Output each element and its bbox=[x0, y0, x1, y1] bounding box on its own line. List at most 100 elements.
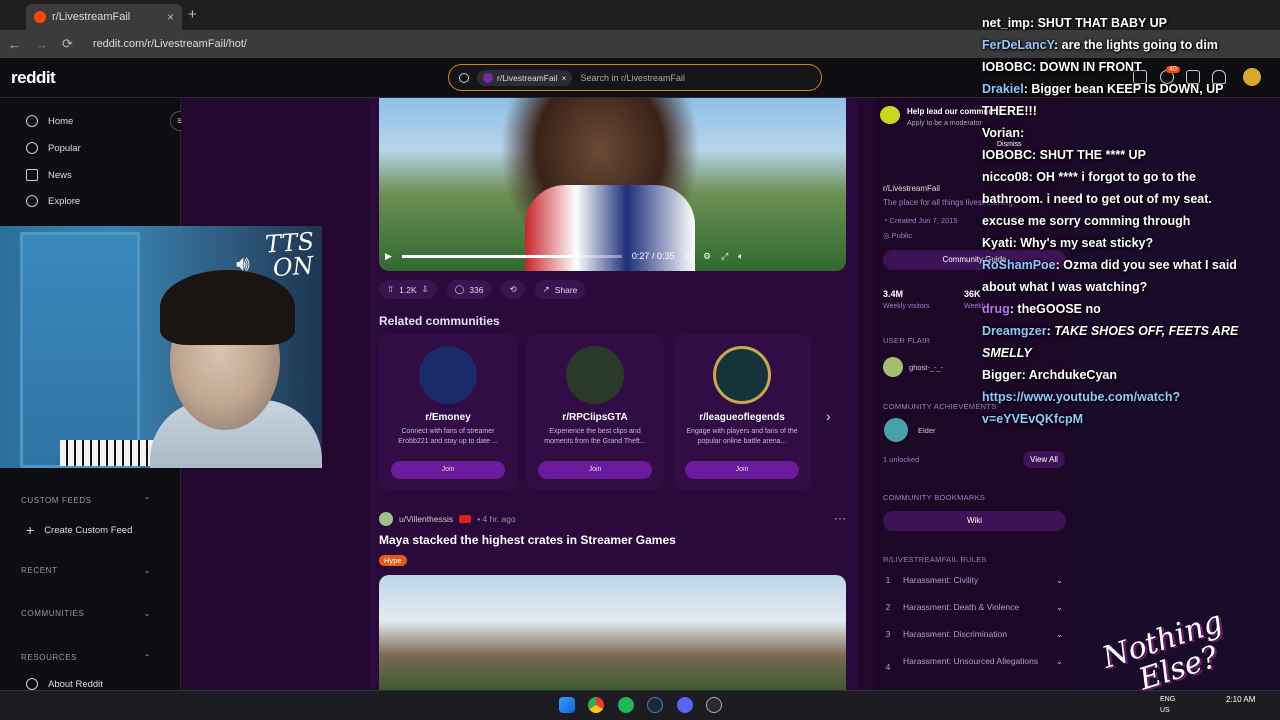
nav-home[interactable]: Home bbox=[26, 115, 73, 127]
search-input[interactable]: Search in r/LivestreamFail bbox=[580, 73, 685, 83]
settings-gear-icon[interactable]: ⚙ bbox=[703, 251, 711, 262]
community-card-rpclipsgta[interactable]: r/RPClipsGTA Experience the best clips a… bbox=[526, 334, 664, 490]
community-name: r/Emoney bbox=[425, 412, 471, 423]
author-avatar bbox=[379, 512, 393, 526]
spotify-icon[interactable] bbox=[618, 697, 634, 713]
community-desc: Connect with fans of streamer Erobb221 a… bbox=[398, 428, 498, 445]
achievements-heading: COMMUNITY ACHIEVEMENTS bbox=[883, 402, 997, 411]
custom-feeds-section[interactable]: CUSTOM FEEDS ⌃ bbox=[21, 496, 151, 505]
resources-section[interactable]: RESOURCES ⌃ bbox=[21, 653, 151, 662]
chevron-down-icon: ⌄ bbox=[1055, 629, 1063, 639]
chat-username: Bigger bbox=[982, 368, 1022, 382]
chevron-down-icon: ⌄ bbox=[143, 609, 151, 618]
search-subreddit-chip[interactable]: r/LivestreamFail × bbox=[477, 69, 573, 86]
video-seekbar[interactable] bbox=[401, 254, 622, 258]
rule-number: 2 bbox=[885, 602, 891, 612]
downvote-icon[interactable]: ⇩ bbox=[422, 284, 429, 295]
rule-item[interactable]: 2 Harassment: Death & Violence ⌄ bbox=[883, 602, 1063, 614]
rule-item[interactable]: 3 Harassment: Discrimination ⌄ bbox=[883, 629, 1063, 641]
subreddit-icon bbox=[483, 72, 493, 83]
community-card-leagueoflegends[interactable]: r/leagueoflegends Engage with players an… bbox=[673, 334, 811, 490]
nav-popular[interactable]: Popular bbox=[26, 142, 81, 154]
chat-colon: : bbox=[1019, 126, 1025, 140]
back-icon[interactable]: ← bbox=[8, 37, 21, 52]
steam-icon[interactable] bbox=[647, 697, 663, 713]
chat-message: Dreamgzer: TAKE SHOES OFF, FEETS ARE SME… bbox=[982, 320, 1254, 364]
nav-home-label: Home bbox=[48, 115, 74, 127]
captions-icon[interactable]: ▭ bbox=[684, 251, 693, 262]
tab-title: r/LivestreamFail bbox=[52, 11, 131, 23]
join-button[interactable]: Join bbox=[538, 461, 652, 479]
taskbar-clock[interactable]: 2:10 AM bbox=[1226, 694, 1255, 705]
chat-username: Dreamgzer bbox=[982, 324, 1047, 338]
rule-item[interactable]: 1 Harassment: Civility ⌄ bbox=[883, 575, 1063, 587]
join-button[interactable]: Join bbox=[391, 461, 505, 479]
post-title[interactable]: Maya stacked the highest crates in Strea… bbox=[379, 533, 676, 547]
create-custom-feed[interactable]: + Create Custom Feed bbox=[26, 522, 132, 538]
crosspost-button[interactable]: ⟲ bbox=[501, 280, 525, 299]
discord-icon[interactable] bbox=[677, 697, 693, 713]
explore-icon bbox=[26, 195, 38, 207]
chevron-right-icon[interactable]: › bbox=[826, 408, 831, 424]
chevron-down-icon: ⌄ bbox=[1055, 602, 1063, 612]
chat-colon: : bbox=[1029, 16, 1038, 30]
chat-message: https://www.youtube.com/watch?v=eYVEvQKf… bbox=[982, 386, 1254, 430]
chat-message: IOBOBC: SHUT THE **** UP bbox=[982, 144, 1254, 166]
comments-button[interactable]: ◯ 336 bbox=[446, 280, 492, 299]
help-sub[interactable]: Apply to be a moderator bbox=[907, 120, 982, 127]
play-icon[interactable]: ▶ bbox=[385, 251, 392, 262]
view-all-button[interactable]: View All bbox=[1023, 451, 1065, 468]
visitors-label: Weekly visitors bbox=[883, 303, 930, 310]
post-author[interactable]: u/Villenthessis bbox=[399, 514, 453, 524]
communities-section[interactable]: COMMUNITIES ⌄ bbox=[21, 609, 151, 618]
created-date: ◔ Created Jun 7, 2015 bbox=[883, 216, 958, 225]
post-time: • 4 hr. ago bbox=[477, 514, 516, 524]
community-name: r/RPClipsGTA bbox=[562, 412, 628, 423]
url-field[interactable]: reddit.com/r/LivestreamFail/hot/ bbox=[93, 38, 247, 50]
comment-count: 336 bbox=[469, 284, 484, 295]
stream-chat-overlay: net_imp: SHUT THAT BABY UP FerDeLancY: ar… bbox=[982, 12, 1254, 430]
community-name: r/leagueoflegends bbox=[699, 412, 785, 423]
fullscreen-icon[interactable]: ⤢ bbox=[721, 251, 728, 262]
new-tab-button[interactable]: + bbox=[188, 6, 197, 23]
obs-icon[interactable] bbox=[706, 697, 722, 713]
upvote-icon[interactable]: ⇧ bbox=[387, 284, 394, 295]
chat-username: drug bbox=[982, 302, 1010, 316]
nav-explore[interactable]: Explore bbox=[26, 195, 80, 207]
more-options-icon[interactable]: ··· bbox=[834, 511, 846, 525]
nav-news[interactable]: News bbox=[26, 169, 72, 181]
rule-item[interactable]: 4 Harassment: Unsourced Allegations ⌄ bbox=[883, 656, 1063, 672]
windows-start-icon[interactable] bbox=[559, 697, 575, 713]
reload-icon[interactable]: ⟳ bbox=[62, 36, 73, 52]
chip-close-icon[interactable]: × bbox=[561, 73, 566, 83]
share-button[interactable]: ↗ Share bbox=[534, 280, 586, 299]
chevron-up-icon: ⌃ bbox=[143, 496, 151, 505]
user-flair-heading: USER FLAIR bbox=[883, 336, 931, 345]
recent-section[interactable]: RECENT ⌄ bbox=[21, 566, 151, 575]
chat-message: Kyati: Why's my seat sticky? bbox=[982, 232, 1254, 254]
browser-tab[interactable]: r/LivestreamFail × bbox=[26, 4, 182, 30]
join-button[interactable]: Join bbox=[685, 461, 799, 479]
user-flair-name[interactable]: ghost-_-_- bbox=[909, 363, 943, 372]
about-reddit[interactable]: About Reddit bbox=[26, 678, 103, 690]
bookmarks-heading: COMMUNITY BOOKMARKS bbox=[883, 493, 986, 502]
share-icon: ↗ bbox=[542, 284, 550, 294]
chat-username: IOBOBC bbox=[982, 148, 1032, 162]
reddit-logo[interactable]: reddit bbox=[11, 68, 56, 88]
input-language[interactable]: ENG US bbox=[1160, 694, 1175, 716]
community-card-emoney[interactable]: r/Emoney Connect with fans of streamer E… bbox=[379, 334, 517, 490]
search-bar[interactable]: r/LivestreamFail × Search in r/Livestrea… bbox=[448, 64, 822, 91]
chat-username: RoShamPoe bbox=[982, 258, 1056, 272]
home-icon bbox=[26, 115, 38, 127]
chrome-icon[interactable] bbox=[588, 697, 604, 713]
volume-icon[interactable]: 🔈︎ bbox=[738, 251, 743, 262]
forward-icon[interactable]: → bbox=[35, 37, 48, 52]
post-media[interactable] bbox=[379, 575, 846, 690]
video-controls: ▶ 0:27 / 0:35 ▭ ⚙ ⤢ 🔈︎ bbox=[385, 247, 840, 265]
public-label: Public bbox=[891, 231, 913, 240]
youtube-icon bbox=[459, 515, 472, 523]
tab-close-icon[interactable]: × bbox=[167, 10, 174, 24]
wiki-button[interactable]: Wiki bbox=[883, 511, 1066, 531]
moderator-shield-icon bbox=[880, 106, 900, 124]
post-meta: u/Villenthessis • 4 hr. ago bbox=[379, 512, 516, 526]
